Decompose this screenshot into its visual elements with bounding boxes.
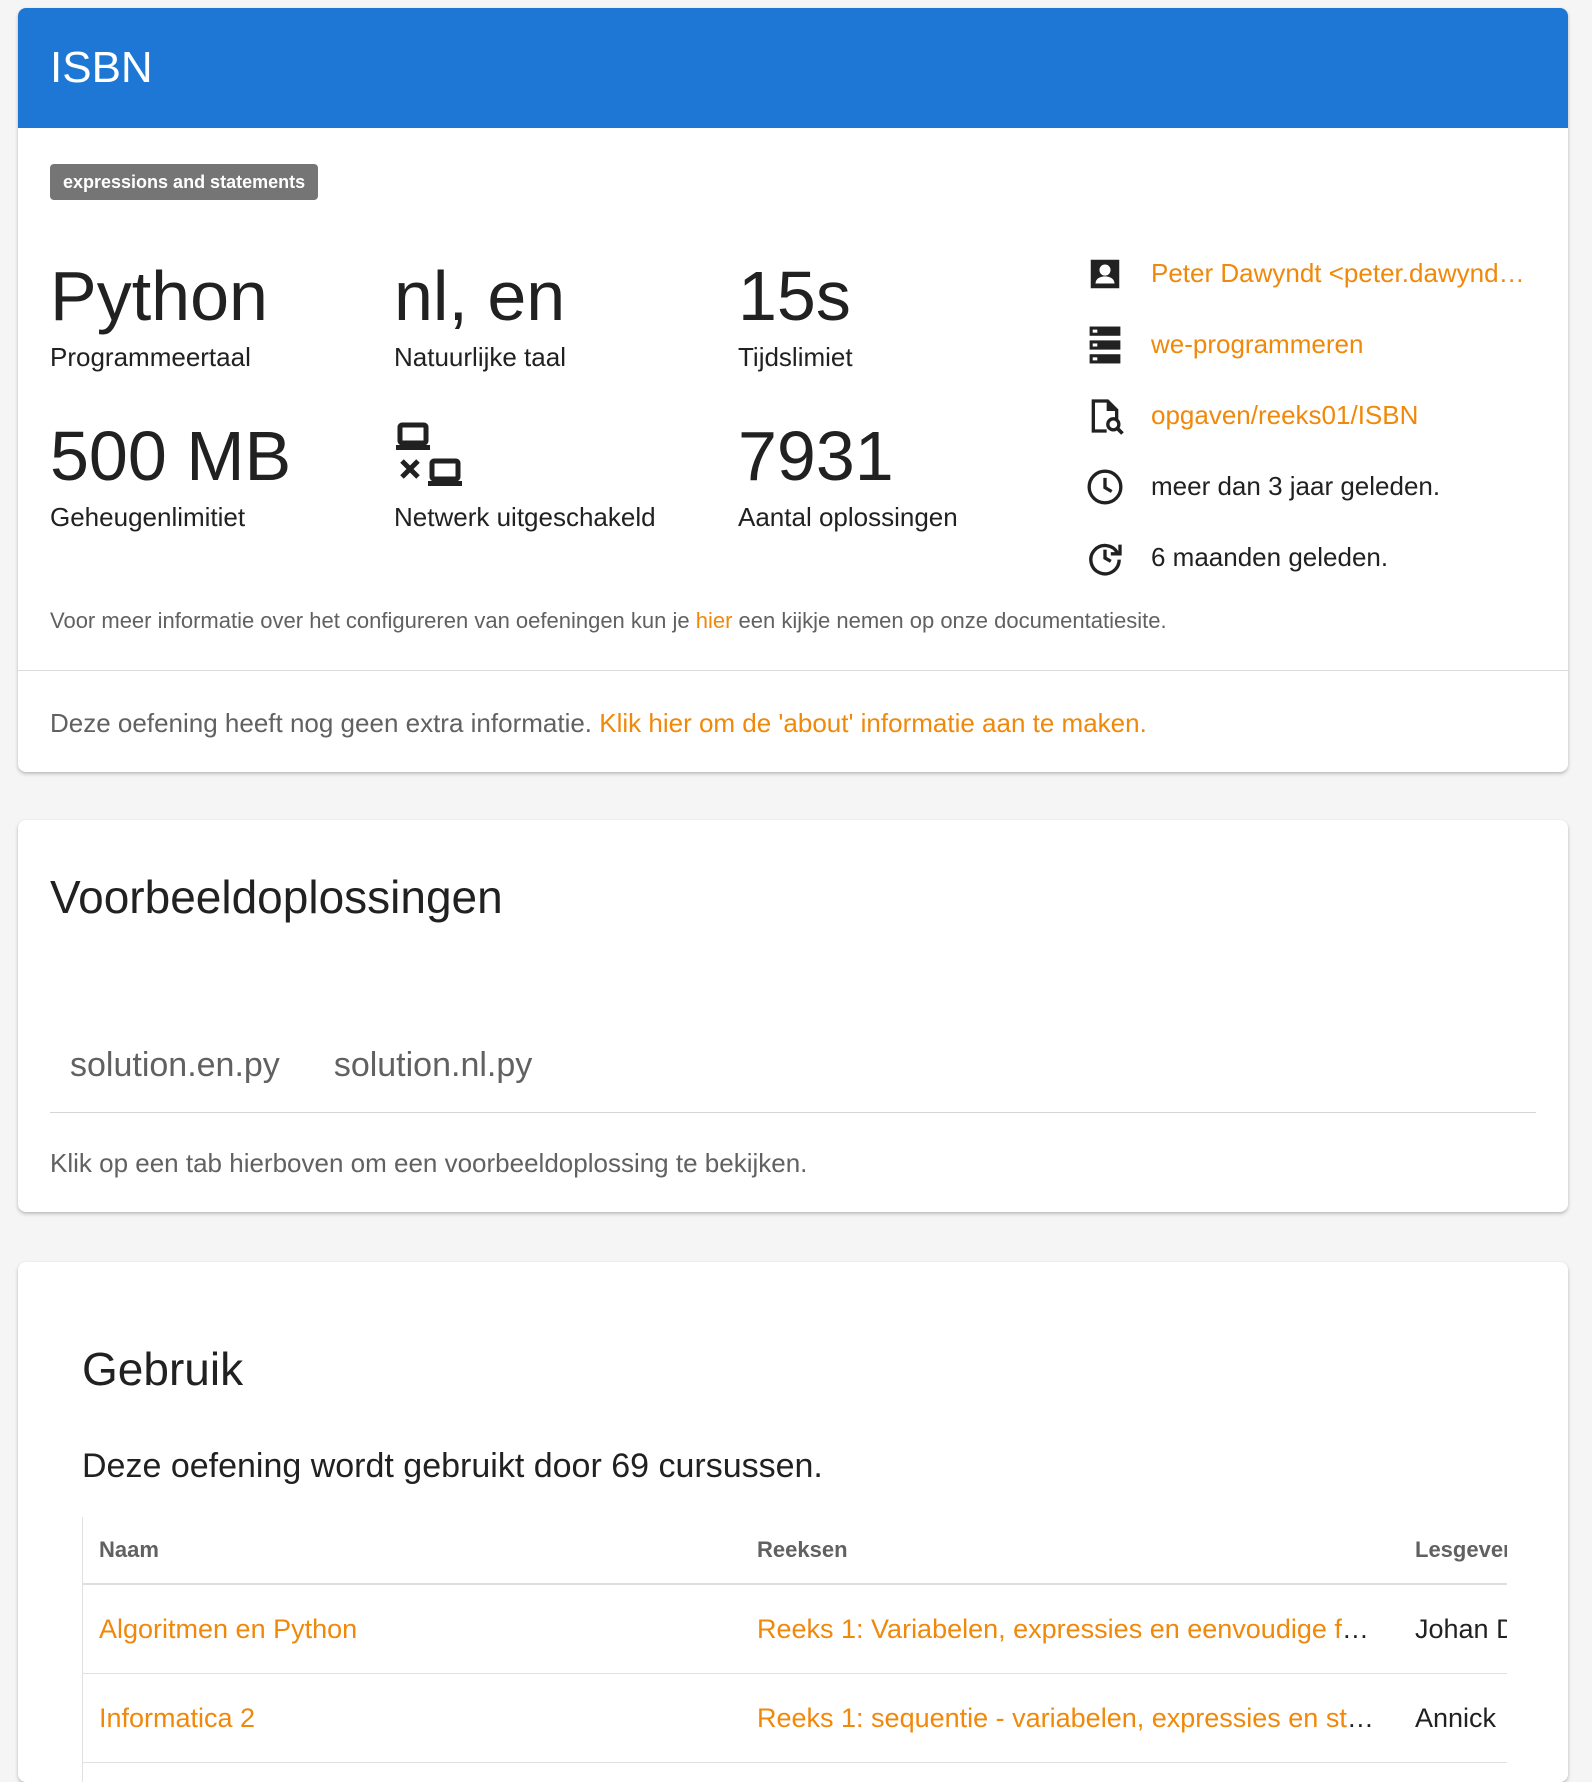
stat-network: Netwerk uitgeschakeld <box>394 416 714 534</box>
server-icon <box>1083 323 1127 367</box>
column-header-name[interactable]: Naam <box>83 1517 741 1585</box>
meta-author: Peter Dawyndt <peter.dawyndt@ugent.be> <box>1083 238 1553 309</box>
exercise-title: ISBN <box>18 8 1568 128</box>
table-header-row: Naam Reeksen Lesgevers <box>83 1517 1507 1585</box>
stat-memory-limit: 500 MB Geheugenlimitiet <box>50 416 370 534</box>
meta-repository: we-programmeren <box>1083 309 1553 380</box>
stat-language-value: Python <box>50 257 268 335</box>
solutions-hint: Klik op een tab hierboven om een voorbee… <box>50 1148 808 1178</box>
courses-table-wrapper[interactable]: Naam Reeksen Lesgevers Algoritmen en Pyt… <box>82 1517 1507 1782</box>
label-chip[interactable]: expressions and statements <box>50 164 319 200</box>
file-search-icon <box>1083 394 1127 438</box>
series-link[interactable]: Reeks 1: sequentie - variabelen, express… <box>757 1703 1399 1733</box>
table-row: Algoritmen en Python Reeks 1: Variabelen… <box>83 1584 1507 1674</box>
tab-solution-en[interactable]: solution.en.py <box>50 1020 300 1110</box>
path-link[interactable]: opgaven/reeks01/ISBN <box>1151 400 1418 431</box>
documentation-note: Voor meer informatie over het configurer… <box>50 608 1167 634</box>
stat-language-label: Programmeertaal <box>50 342 251 372</box>
table-row: Informatica 2 Reeks 1: sequentie - varia… <box>83 1673 1507 1763</box>
teacher-cell: Annick <box>1399 1673 1507 1763</box>
created-text: meer dan 3 jaar geleden. <box>1151 471 1441 501</box>
usage-card: Gebruik Deze oefening wordt gebruikt doo… <box>18 1262 1568 1782</box>
stat-language: Python Programmeertaal <box>50 256 370 374</box>
course-link[interactable]: Algoritmen en Python <box>99 1614 357 1644</box>
column-header-series[interactable]: Reeksen <box>741 1517 1399 1585</box>
course-link[interactable]: Informatica 2 <box>99 1703 255 1733</box>
stat-time-limit: 15s Tijdslimiet <box>738 256 1058 374</box>
solutions-title: Voorbeeldoplossingen <box>50 871 503 923</box>
network-off-icon <box>394 416 714 496</box>
author-link[interactable]: Peter Dawyndt <peter.dawyndt@ugent.be> <box>1151 258 1531 289</box>
teacher-cell: Johan D <box>1399 1584 1507 1674</box>
clock-refresh-icon <box>1083 536 1127 580</box>
account-box-icon <box>1083 252 1127 296</box>
stat-natural-language: nl, en Natuurlijke taal <box>394 256 714 374</box>
updated-text: 6 maanden geleden. <box>1151 542 1389 572</box>
stat-network-label: Netwerk uitgeschakeld <box>394 502 656 532</box>
usage-title: Gebruik <box>82 1343 244 1395</box>
exercise-card: ISBN expressions and statements Python P… <box>18 8 1568 772</box>
exercise-meta: Peter Dawyndt <peter.dawyndt@ugent.be> w… <box>1083 238 1553 593</box>
documentation-link[interactable]: hier <box>696 608 733 633</box>
stat-solutions-label: Aantal oplossingen <box>738 502 958 532</box>
stat-memory-limit-value: 500 MB <box>50 417 292 495</box>
tab-divider <box>50 1112 1536 1113</box>
tab-solution-nl[interactable]: solution.nl.py <box>314 1020 552 1110</box>
stat-solutions: 7931 Aantal oplossingen <box>738 416 1058 534</box>
courses-table: Naam Reeksen Lesgevers Algoritmen en Pyt… <box>83 1517 1507 1763</box>
solutions-card: Voorbeeldoplossingen solution.en.py solu… <box>18 820 1568 1212</box>
meta-created: meer dan 3 jaar geleden. <box>1083 451 1553 522</box>
stat-natural-language-label: Natuurlijke taal <box>394 342 566 372</box>
documentation-note-suffix: een kijkje nemen op onze documentatiesit… <box>732 608 1167 633</box>
repository-link[interactable]: we-programmeren <box>1151 329 1363 360</box>
card-divider <box>18 670 1568 671</box>
meta-updated: 6 maanden geleden. <box>1083 522 1553 593</box>
stat-solutions-value: 7931 <box>738 417 894 495</box>
about-note-text: Deze oefening heeft nog geen extra infor… <box>50 708 600 738</box>
stat-memory-limit-label: Geheugenlimitiet <box>50 502 246 532</box>
column-header-teachers[interactable]: Lesgevers <box>1399 1517 1507 1585</box>
series-link[interactable]: Reeks 1: Variabelen, expressies en eenvo… <box>757 1614 1399 1644</box>
documentation-note-prefix: Voor meer informatie over het configurer… <box>50 608 696 633</box>
usage-subtitle: Deze oefening wordt gebruikt door 69 cur… <box>82 1447 823 1485</box>
create-about-link[interactable]: Klik hier om de 'about' informatie aan t… <box>599 708 1147 738</box>
meta-path: opgaven/reeks01/ISBN <box>1083 380 1553 451</box>
clock-icon <box>1083 465 1127 509</box>
stat-time-limit-value: 15s <box>738 257 851 335</box>
stat-time-limit-label: Tijdslimiet <box>738 342 853 372</box>
solutions-tab-bar: solution.en.py solution.nl.py <box>50 1020 1536 1110</box>
about-note: Deze oefening heeft nog geen extra infor… <box>50 708 1147 739</box>
stat-natural-language-value: nl, en <box>394 257 566 335</box>
